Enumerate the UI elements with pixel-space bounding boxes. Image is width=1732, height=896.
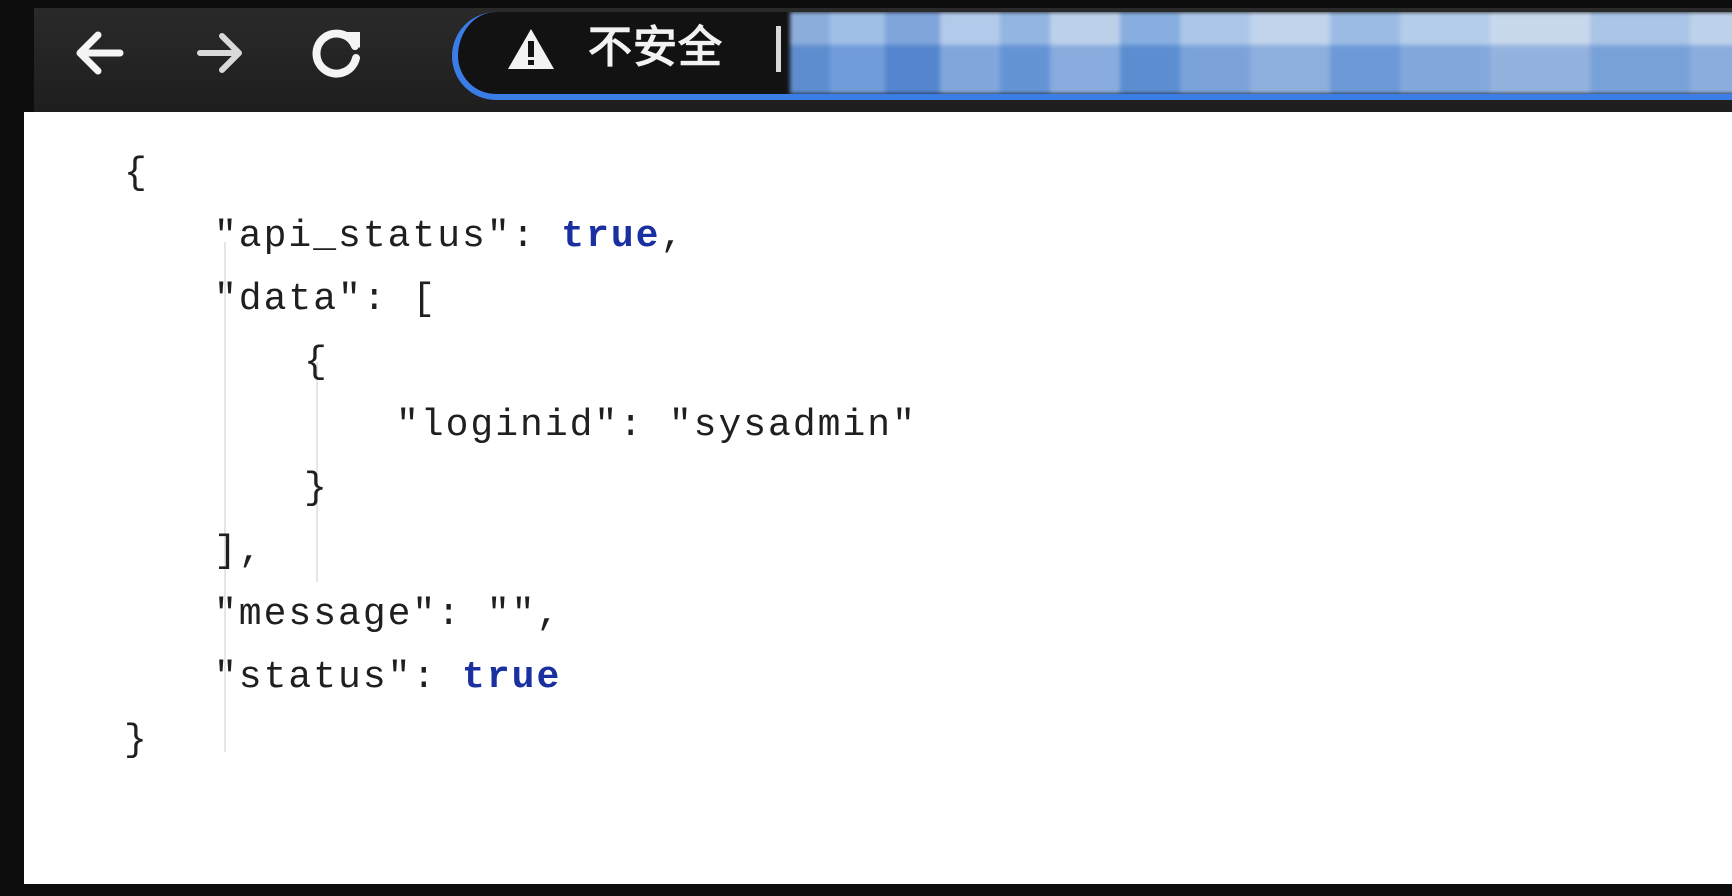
json-viewer: { "api_status": true, "data": [ { "loginid":… xyxy=(124,142,917,772)
json-object-close: } xyxy=(304,467,329,510)
json-value-api-status: true xyxy=(561,215,661,258)
json-object-open: { xyxy=(304,341,329,384)
security-status-label[interactable]: 不安全 xyxy=(588,20,723,76)
back-button[interactable] xyxy=(64,18,134,88)
reload-icon xyxy=(312,29,360,78)
warning-triangle-icon xyxy=(508,29,554,69)
address-separator xyxy=(776,26,781,72)
json-line: "data": [ xyxy=(124,268,917,331)
json-line: "status": true xyxy=(124,646,917,709)
json-line: "loginid": "sysadmin" xyxy=(124,394,917,457)
screen: 不安全 { "api_status": true, "data": [ { "login… xyxy=(0,0,1732,896)
json-line: ], xyxy=(124,520,917,583)
json-key-status: "status": xyxy=(214,656,463,699)
url-redacted[interactable] xyxy=(790,12,1732,94)
json-message: "message": "", xyxy=(214,593,562,636)
json-key-api-status: "api_status": xyxy=(214,215,562,258)
arrow-left-icon xyxy=(76,31,124,75)
json-key-data: "data": [ xyxy=(214,278,438,321)
json-comma: , xyxy=(660,215,686,258)
json-line: { xyxy=(124,331,917,394)
address-bar[interactable]: 不安全 xyxy=(452,12,1732,100)
forward-button[interactable] xyxy=(186,18,256,88)
page-viewport: { "api_status": true, "data": [ { "loginid":… xyxy=(24,112,1732,884)
json-line: { xyxy=(124,142,917,205)
json-brace-close: } xyxy=(124,719,149,762)
json-brace-open: { xyxy=(124,152,149,195)
json-line: "api_status": true, xyxy=(124,205,917,268)
json-value-status: true xyxy=(462,656,562,699)
arrow-right-icon xyxy=(197,33,242,73)
json-loginid: "loginid": "sysadmin" xyxy=(396,404,917,447)
address-bar-content: 不安全 xyxy=(458,12,1732,94)
json-line: } xyxy=(124,709,917,772)
json-line: } xyxy=(124,457,917,520)
browser-toolbar: 不安全 xyxy=(34,8,1732,112)
reload-button[interactable] xyxy=(302,18,372,88)
json-array-close: ], xyxy=(214,530,264,573)
json-line: "message": "", xyxy=(124,583,917,646)
